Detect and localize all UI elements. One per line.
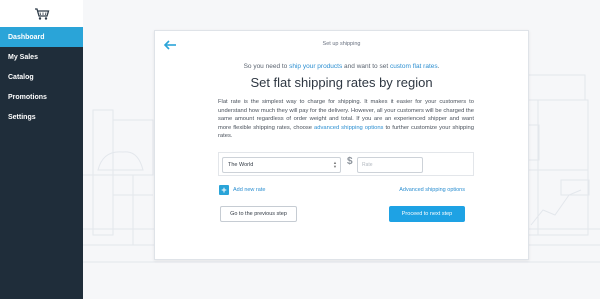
add-new-rate-label: Add new rate [233,187,266,193]
ship-products-link[interactable]: ship your products [289,63,342,70]
intro-middle: and want to set [342,63,390,70]
next-step-button[interactable]: Proceed to next step [389,206,465,222]
select-arrows-icon: ▲ ▼ [333,160,337,169]
region-select[interactable]: The World ▲ ▼ [222,157,341,173]
shipping-setup-card: Set up shipping So you need to ship your… [154,30,529,260]
previous-step-button[interactable]: Go to the previous step [220,206,297,222]
logo[interactable] [0,0,83,27]
rate-row: The World ▲ ▼ $ [218,152,474,176]
sidebar-item-dashboard[interactable]: Dashboard [0,27,83,47]
intro-prefix: So you need to [243,63,290,70]
currency-symbol: $ [347,156,353,167]
sidebar-item-label: Catalog [8,73,34,81]
description-text: Flat rate is the simplest way to charge … [218,98,474,141]
sidebar-item-label: My Sales [8,53,38,61]
sidebar-item-label: Promotions [8,93,47,101]
intro-suffix: . [437,63,440,70]
sidebar-item-promotions[interactable]: Promotions [0,87,83,107]
sidebar-item-catalog[interactable]: Catalog [0,67,83,87]
plus-icon: + [219,185,229,195]
region-select-value: The World [228,162,254,168]
intro-text: So you need to ship your products and wa… [155,63,528,70]
advanced-shipping-options-inline-link[interactable]: advanced shipping options [314,125,383,131]
custom-flat-rates-link[interactable]: custom flat rates [390,63,438,70]
sidebar-item-settings[interactable]: Settings [0,107,83,127]
main-area: Set up shipping So you need to ship your… [83,0,600,299]
sidebar-item-my-sales[interactable]: My Sales [0,47,83,67]
add-new-rate-button[interactable]: + Add new rate [219,185,265,195]
shopping-cart-icon [34,7,49,20]
sidebar-item-label: Settings [8,113,36,121]
sidebar: Dashboard My Sales Catalog Promotions Se… [0,0,83,299]
page-heading: Set flat shipping rates by region [250,75,433,90]
advanced-shipping-options-link[interactable]: Advanced shipping options [399,187,465,193]
rate-input[interactable] [357,157,423,173]
card-title: Set up shipping [322,41,361,47]
sidebar-item-label: Dashboard [8,33,45,41]
